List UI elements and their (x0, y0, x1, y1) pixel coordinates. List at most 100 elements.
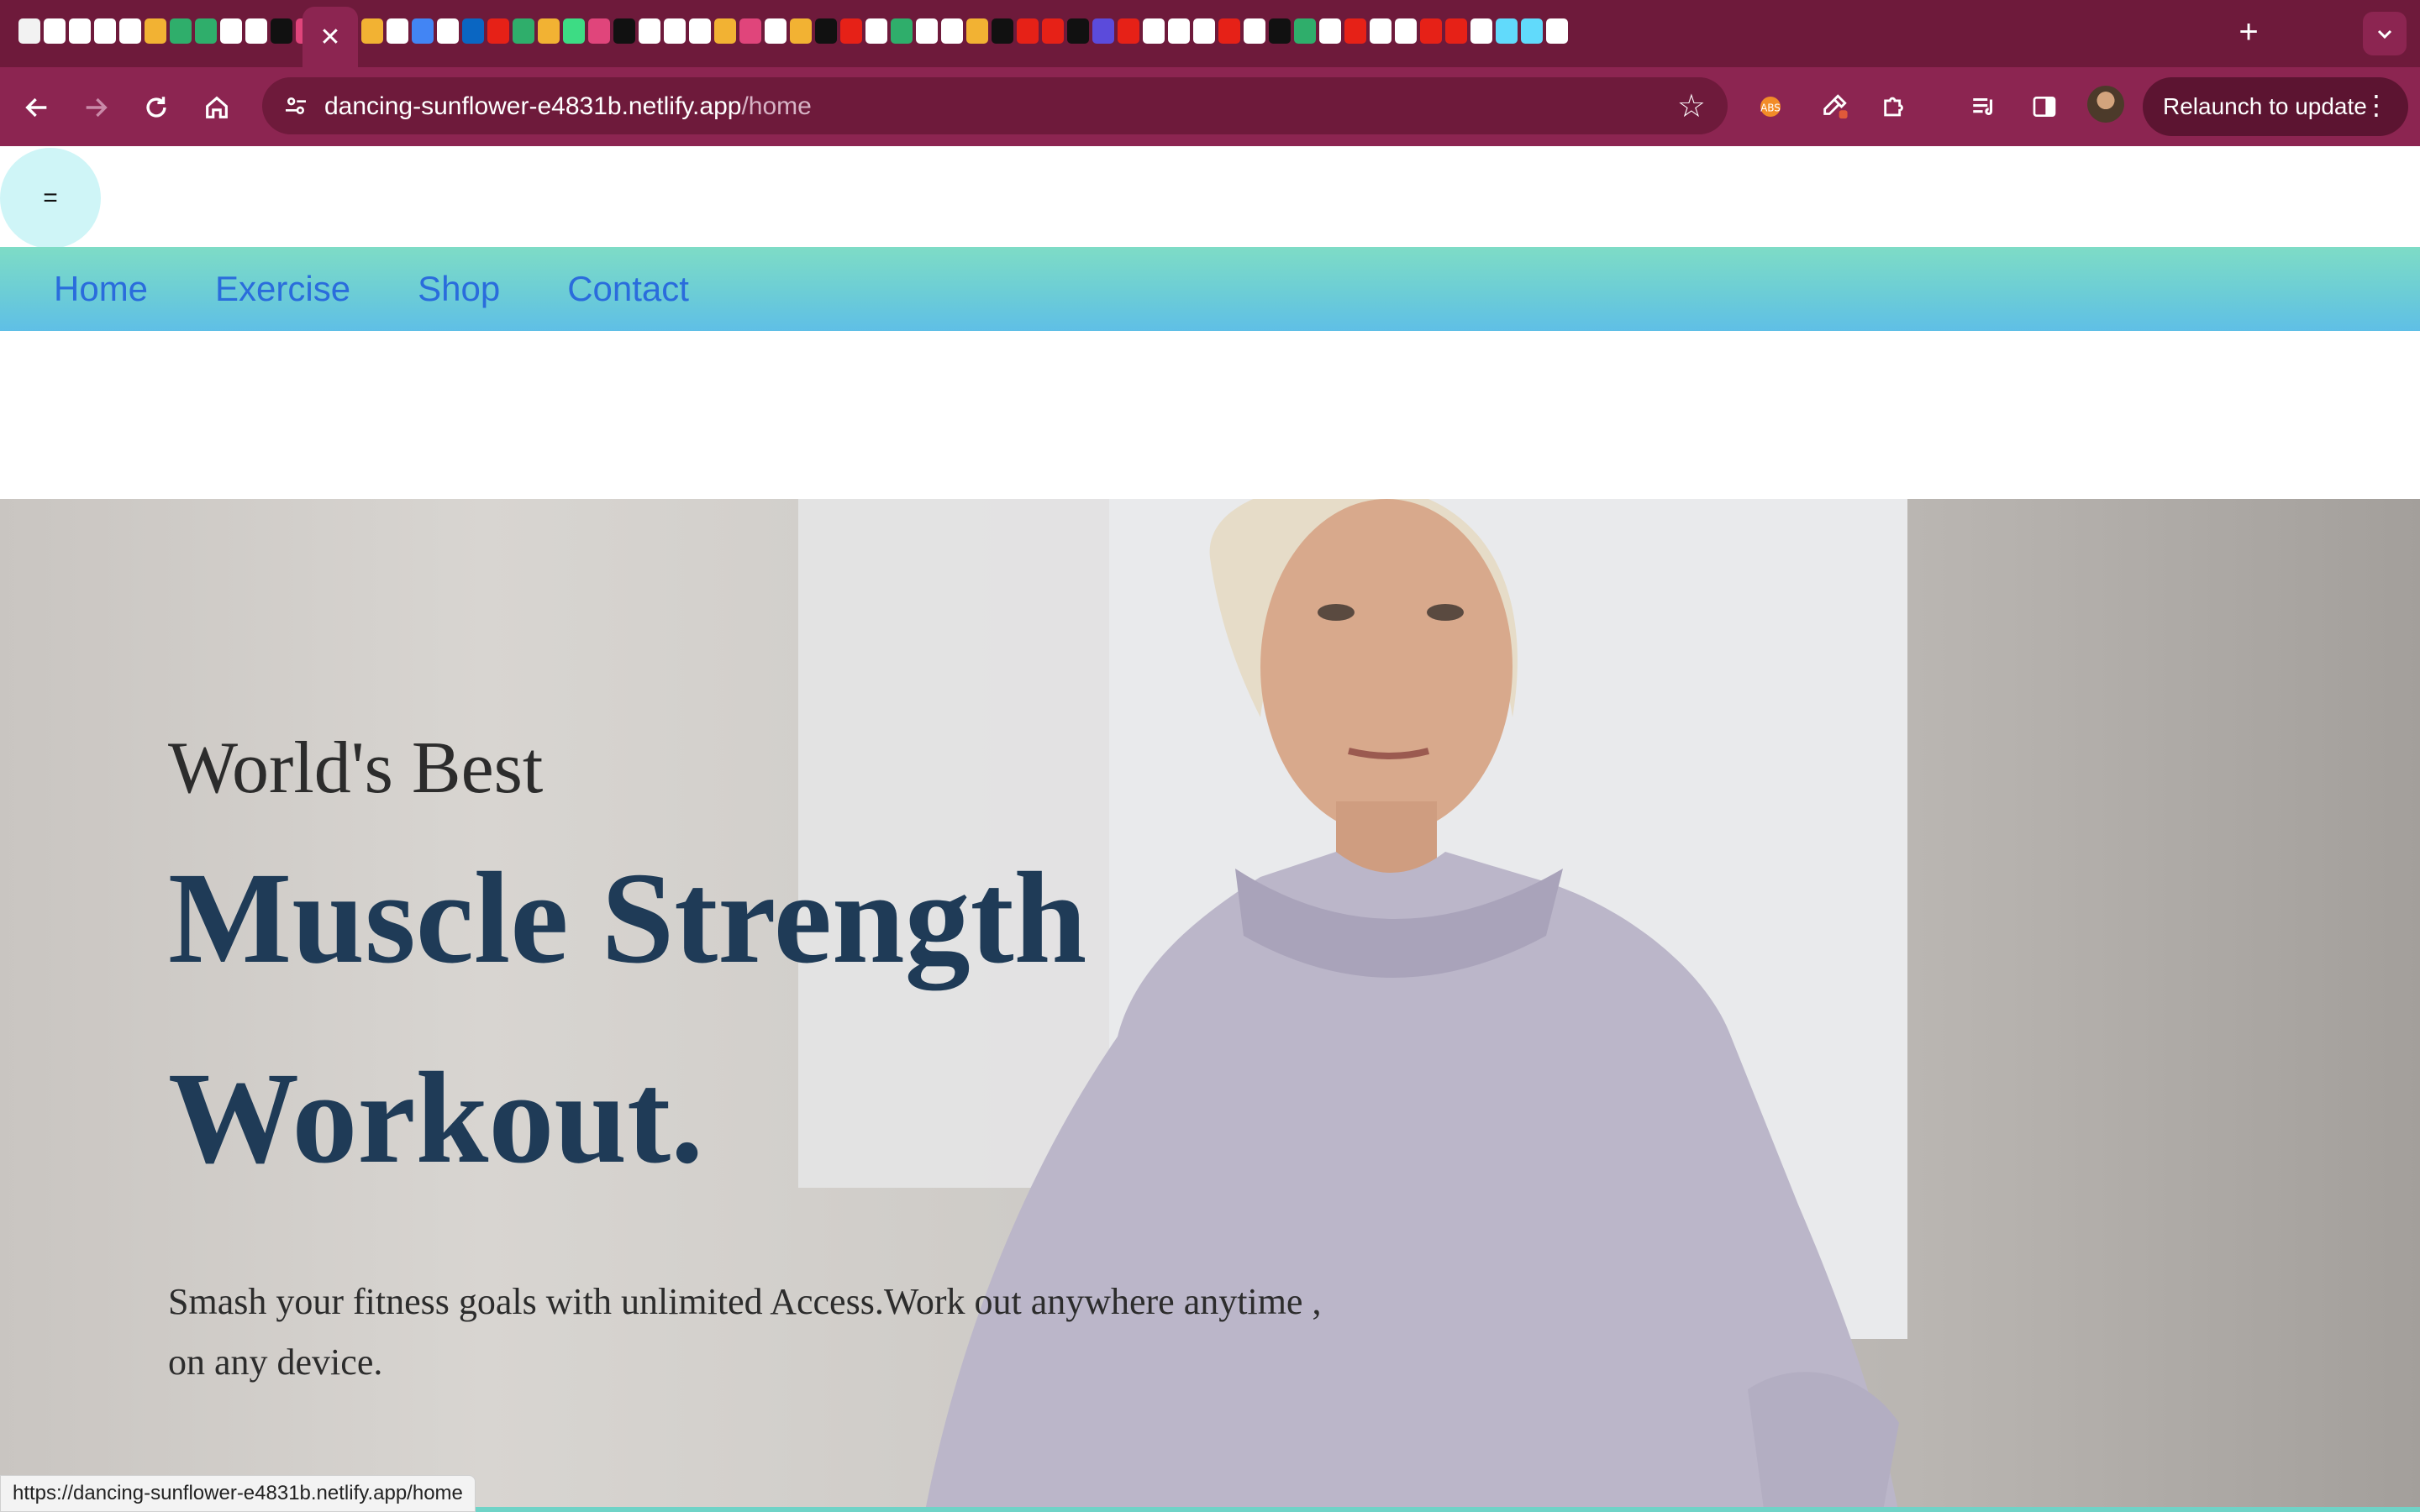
site-settings-icon[interactable] (279, 89, 313, 123)
extensions-puzzle-icon[interactable] (1874, 86, 1916, 128)
tab-favicon[interactable] (941, 18, 963, 44)
tab-favicon[interactable] (1168, 18, 1190, 44)
nav-link-contact[interactable]: Contact (567, 269, 689, 309)
tab-favicon[interactable] (1042, 18, 1064, 44)
hero-text-block: World's Best Muscle Strength Workout. Sm… (168, 724, 1361, 1393)
media-queue-icon[interactable] (1963, 86, 2005, 128)
tab-favicon[interactable] (1370, 18, 1392, 44)
tab-strip: ✕ + (0, 0, 2420, 67)
tab-search-button[interactable] (2363, 12, 2407, 55)
tab-favicon[interactable] (865, 18, 887, 44)
forward-button[interactable] (72, 84, 119, 131)
tab-favicon[interactable] (1092, 18, 1114, 44)
tab-favicon[interactable] (513, 18, 534, 44)
tab-favicon[interactable] (119, 18, 141, 44)
tab-favicon[interactable] (361, 18, 383, 44)
tab-favicon[interactable] (271, 18, 292, 44)
tab-favicon[interactable] (145, 18, 166, 44)
page-viewport: = Home Exercise Shop Contact World's Bes… (0, 146, 2420, 1512)
tab-favicon[interactable] (1118, 18, 1139, 44)
url-text: dancing-sunflower-e4831b.netlify.app/hom… (324, 92, 812, 121)
tab-favicon[interactable] (966, 18, 988, 44)
side-panel-icon[interactable] (2023, 86, 2065, 128)
hero-subtitle: Smash your fitness goals with unlimited … (168, 1280, 1322, 1383)
tab-favicon[interactable] (1546, 18, 1568, 44)
tab-favicon[interactable] (1395, 18, 1417, 44)
tab-favicon[interactable] (790, 18, 812, 44)
new-tab-button[interactable]: + (2232, 15, 2265, 49)
extension-icon[interactable]: ABS (1749, 86, 1791, 128)
nav-link-exercise[interactable]: Exercise (215, 269, 350, 309)
reload-button[interactable] (133, 84, 180, 131)
tab-favicon[interactable] (1294, 18, 1316, 44)
tab-favicon[interactable] (412, 18, 434, 44)
tab-favicon[interactable] (195, 18, 217, 44)
tab-favicon[interactable] (639, 18, 660, 44)
tab-favicon[interactable] (94, 18, 116, 44)
address-bar[interactable]: dancing-sunflower-e4831b.netlify.app/hom… (262, 77, 1728, 134)
close-tab-icon[interactable]: ✕ (319, 23, 340, 52)
tab-favicon[interactable] (1445, 18, 1467, 44)
tab-favicon[interactable] (69, 18, 91, 44)
tab-favicon[interactable] (588, 18, 610, 44)
tab-favicon[interactable] (1193, 18, 1215, 44)
pinned-tab-favicons-left[interactable] (18, 18, 318, 49)
tab-favicon[interactable] (1470, 18, 1492, 44)
tab-favicon[interactable] (689, 18, 711, 44)
tab-favicon[interactable] (815, 18, 837, 44)
nav-link-home[interactable]: Home (54, 269, 148, 309)
tab-favicon[interactable] (1344, 18, 1366, 44)
tab-favicon[interactable] (170, 18, 192, 44)
bookmark-star-icon[interactable]: ☆ (1677, 87, 1706, 125)
tab-favicon[interactable] (1521, 18, 1543, 44)
tab-favicon[interactable] (1244, 18, 1265, 44)
home-icon (206, 96, 228, 118)
tab-favicon[interactable] (1420, 18, 1442, 44)
nav-link-shop[interactable]: Shop (418, 269, 500, 309)
tab-favicon[interactable] (44, 18, 66, 44)
tab-favicon[interactable] (462, 18, 484, 44)
tab-favicon[interactable] (487, 18, 509, 44)
tab-favicon[interactable] (437, 18, 459, 44)
tab-favicon[interactable] (765, 18, 786, 44)
tab-favicon[interactable] (840, 18, 862, 44)
url-host: dancing-sunflower-e4831b.netlify.app (324, 92, 742, 120)
hero-headline-line-1: Muscle Strength (168, 844, 1087, 990)
tab-favicon[interactable] (1319, 18, 1341, 44)
tab-favicon[interactable] (891, 18, 913, 44)
tab-favicons[interactable] (361, 18, 1568, 49)
tab-favicon[interactable] (563, 18, 585, 44)
tab-favicon[interactable] (245, 18, 267, 44)
tab-favicon[interactable] (1017, 18, 1039, 44)
arrow-left-icon (25, 97, 47, 118)
relaunch-to-update-button[interactable]: Relaunch to update ⋮ (2143, 77, 2408, 136)
menu-toggle-button[interactable]: = (0, 148, 101, 249)
reload-icon (146, 97, 166, 118)
svg-text:ABS: ABS (1760, 102, 1781, 113)
tab-favicon[interactable] (1269, 18, 1291, 44)
back-button[interactable] (13, 84, 60, 131)
tab-favicon[interactable] (1218, 18, 1240, 44)
tab-favicon[interactable] (664, 18, 686, 44)
tab-favicon[interactable] (613, 18, 635, 44)
tab-favicon[interactable] (387, 18, 408, 44)
tab-favicon[interactable] (739, 18, 761, 44)
tab-favicon[interactable] (220, 18, 242, 44)
hero-headline-line-2: Workout. (168, 1044, 704, 1190)
eyedropper-extension-icon[interactable] (1813, 86, 1855, 128)
home-button[interactable] (193, 84, 240, 131)
tab-favicon[interactable] (992, 18, 1013, 44)
tab-favicon[interactable] (1496, 18, 1518, 44)
active-tab[interactable]: ✕ (302, 7, 358, 67)
tab-favicon[interactable] (18, 18, 40, 44)
more-menu-icon[interactable]: ⋮ (2363, 89, 2390, 121)
tab-favicon[interactable] (538, 18, 560, 44)
tab-favicon[interactable] (714, 18, 736, 44)
tab-favicon[interactable] (916, 18, 938, 44)
browser-toolbar: dancing-sunflower-e4831b.netlify.app/hom… (0, 67, 2420, 146)
arrow-right-icon (86, 97, 108, 118)
tab-favicon[interactable] (1143, 18, 1165, 44)
tab-favicon[interactable] (1067, 18, 1089, 44)
hero-kicker: World's Best (168, 727, 544, 809)
profile-avatar[interactable] (2087, 86, 2124, 123)
